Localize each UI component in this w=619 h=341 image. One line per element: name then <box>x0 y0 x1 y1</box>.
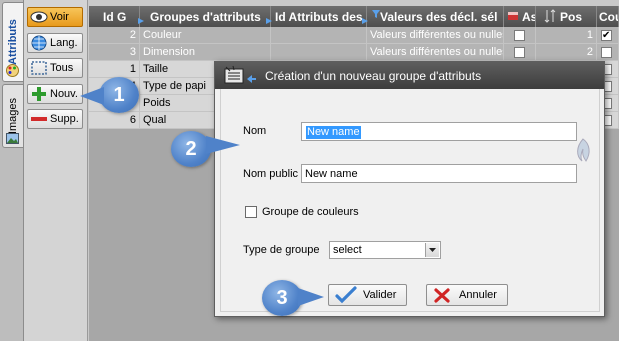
nouv-label: Nouv. <box>50 88 78 100</box>
cell-pos: 2 <box>536 44 597 61</box>
cell-empty <box>271 44 367 61</box>
tab-attributs[interactable]: Attributs <box>2 2 24 82</box>
nom-input[interactable]: New name <box>301 122 577 141</box>
column-header-valeurs[interactable]: Valeurs des décl. sél <box>367 6 504 27</box>
cross-icon <box>434 288 450 303</box>
voir-label: Voir <box>50 11 69 23</box>
plus-icon <box>32 87 46 101</box>
step-callout-1: 1 <box>99 77 139 113</box>
side-tab-strip: Attributs Images <box>0 0 24 341</box>
tab-attributs-label: Attributs <box>7 19 19 65</box>
image-icon <box>6 133 19 144</box>
dialog-title: Création d'un nouveau groupe d'attributs <box>265 69 482 83</box>
column-header-id[interactable]: Id G <box>89 6 140 27</box>
voir-button[interactable]: Voir <box>27 7 83 27</box>
type-groupe-value: select <box>333 244 362 256</box>
new-attribute-group-dialog: Création d'un nouveau groupe d'attributs… <box>214 61 605 317</box>
cell-name: Couleur <box>140 27 271 44</box>
step-callout-3: 3 <box>262 280 302 316</box>
table-row[interactable]: 2 Couleur Valeurs différentes ou nulles 1 ✔ <box>89 27 619 44</box>
callout-pointer <box>206 136 240 154</box>
nom-input-selected-text: New name <box>306 126 361 139</box>
cell-as-checkbox <box>504 27 536 44</box>
nom-public-input[interactable] <box>301 164 577 183</box>
annuler-label: Annuler <box>459 289 497 301</box>
column-header-id-attributs[interactable]: Id Attributs des <box>271 6 367 27</box>
minus-icon <box>31 117 47 121</box>
lang-button[interactable]: Lang. <box>27 33 83 53</box>
lang-label: Lang. <box>50 37 78 49</box>
annuler-button[interactable]: Annuler <box>426 284 508 306</box>
dialog-title-bar: Création d'un nouveau groupe d'attributs <box>215 62 604 89</box>
groupe-couleurs-label: Groupe de couleurs <box>262 206 359 218</box>
callout-pointer <box>298 288 324 306</box>
sort-updown-icon <box>544 9 556 23</box>
cell-id: 3 <box>89 44 140 61</box>
cell-pos: 1 <box>536 27 597 44</box>
type-groupe-label: Type de groupe <box>243 244 320 256</box>
supp-button[interactable]: Supp. <box>27 109 83 129</box>
valider-button[interactable]: Valider <box>328 284 407 306</box>
column-header-cou[interactable]: Cou <box>597 6 619 27</box>
sort-icon <box>362 18 368 24</box>
cell-values: Valeurs différentes ou nulles <box>367 44 504 61</box>
toolbar: Voir Lang. Tous Nouv. Supp. <box>24 0 88 341</box>
type-groupe-select[interactable]: select <box>329 241 441 259</box>
nouv-button[interactable]: Nouv. <box>27 84 83 104</box>
globe-icon <box>31 35 47 51</box>
cell-as-checkbox <box>504 44 536 61</box>
feather-icon <box>577 138 590 162</box>
flag-icon <box>508 12 518 20</box>
row-color-checkbox[interactable] <box>601 47 612 58</box>
tous-label: Tous <box>50 62 74 74</box>
table-row[interactable]: 3 Dimension Valeurs différentes ou nulles 2 <box>89 44 619 61</box>
dialog-app-icon <box>224 65 256 84</box>
chevron-down-icon <box>425 243 439 257</box>
cell-couleur-checkbox: ✔ <box>597 27 619 44</box>
nom-public-label: Nom public <box>243 168 299 180</box>
column-header-groupes[interactable]: Groupes d'attributs <box>140 6 271 27</box>
row-color-checkbox[interactable]: ✔ <box>601 30 612 41</box>
cell-empty <box>271 27 367 44</box>
row-checkbox[interactable] <box>514 30 525 41</box>
palette-icon <box>6 64 19 77</box>
sort-icon <box>138 18 144 24</box>
cell-values: Valeurs différentes ou nulles <box>367 27 504 44</box>
tab-images[interactable]: Images <box>2 84 24 148</box>
dialog-body: Nom New name Nom public Groupe de couleu… <box>220 89 600 312</box>
row-checkbox[interactable] <box>514 47 525 58</box>
tab-images-label: Images <box>7 97 19 135</box>
cell-couleur-checkbox <box>597 44 619 61</box>
step-callout-2: 2 <box>171 131 211 167</box>
filter-icon <box>372 10 380 18</box>
supp-label: Supp. <box>50 113 79 125</box>
sort-icon <box>266 18 272 24</box>
cell-id: 6 <box>89 112 140 129</box>
cell-name: Dimension <box>140 44 271 61</box>
callout-pointer <box>80 87 104 105</box>
tous-button[interactable]: Tous <box>27 58 83 78</box>
eye-icon <box>30 11 48 23</box>
valider-label: Valider <box>363 289 397 301</box>
groupe-couleurs-checkbox[interactable] <box>245 206 257 218</box>
checkmark-icon <box>335 286 357 304</box>
cell-id: 2 <box>89 27 140 44</box>
nom-label: Nom <box>243 125 267 137</box>
cell-id: 1 <box>89 61 140 78</box>
select-all-icon <box>31 61 47 75</box>
